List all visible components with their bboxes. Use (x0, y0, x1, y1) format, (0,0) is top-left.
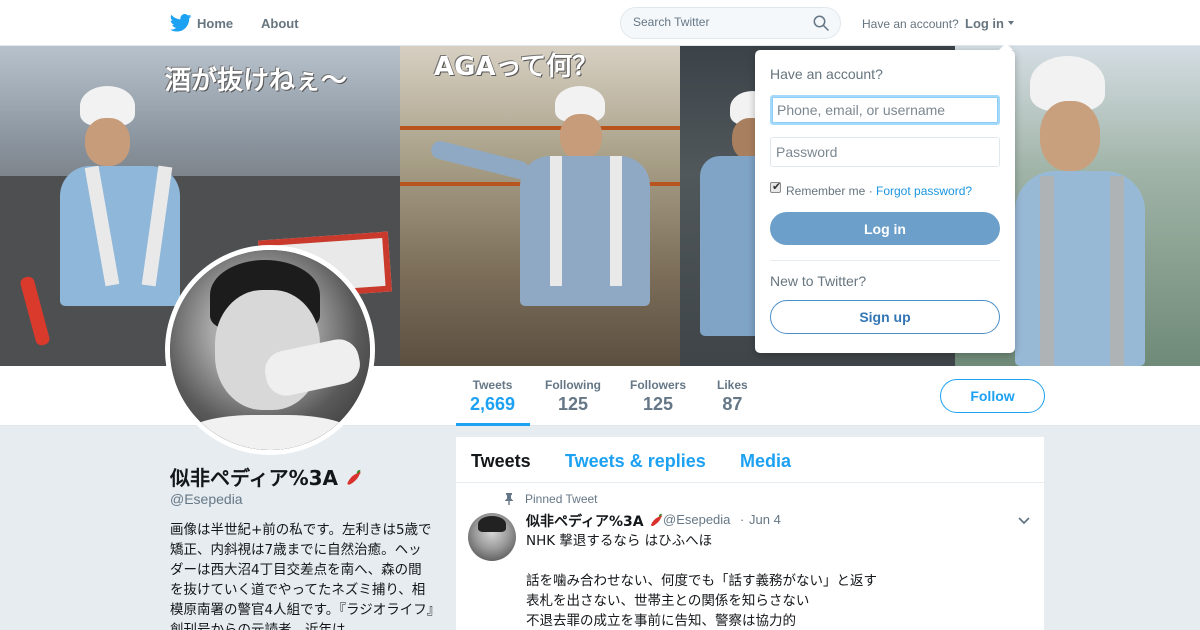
tweet-timestamp[interactable]: Jun 4 (749, 512, 781, 527)
profile-avatar[interactable] (165, 245, 375, 455)
stat-value: 87 (722, 394, 743, 414)
stat-tweets[interactable]: Tweets 2,669 (470, 378, 515, 415)
stat-following[interactable]: Following 125 (545, 378, 601, 415)
stat-likes[interactable]: Likes 87 (717, 378, 748, 415)
timeline-tabs: Tweets Tweets & replies Media (456, 437, 1044, 483)
profile-name-text: 似非ペディア%3A (170, 466, 339, 490)
username-field[interactable] (770, 95, 1000, 125)
header-photo-panel: AGAって何？ (400, 46, 680, 366)
caret-down-icon[interactable] (1008, 21, 1014, 25)
stat-label: Followers (630, 378, 687, 392)
tab-tweets[interactable]: Tweets (471, 451, 531, 472)
have-account-text: Have an account? (862, 17, 959, 31)
stat-label: Following (545, 378, 601, 392)
tweet-text: NHK 撃退するなら はひふへほ 話を噛み合わせない、何度でも「話す義務がない」… (526, 533, 877, 629)
timeline: Tweets Tweets & replies Media Pinned Twe… (456, 437, 1044, 630)
password-field[interactable] (770, 137, 1000, 167)
twitter-bird-icon[interactable] (170, 14, 192, 32)
header-caption-2: AGAって何？ (434, 52, 599, 82)
login-dropdown-title: Have an account? (770, 66, 883, 82)
nav-home-link[interactable]: Home (197, 16, 233, 31)
active-stat-indicator (456, 423, 530, 426)
search-box[interactable] (620, 7, 841, 39)
tweet-author-screen-name[interactable]: @Esepedia (663, 512, 730, 527)
stat-value: 125 (557, 394, 589, 414)
separator-dot: · (868, 184, 873, 198)
remember-me-label[interactable]: Remember me · (786, 184, 873, 198)
tweet-separator: · (740, 512, 745, 527)
top-navigation: Home About Have an account? Log in (0, 0, 1200, 46)
profile-name[interactable]: 似非ペディア%3A (170, 462, 363, 491)
chili-pepper-icon (650, 513, 662, 527)
chili-pepper-icon (347, 469, 361, 485)
new-to-twitter-text: New to Twitter? (770, 273, 867, 289)
tweet-author-avatar[interactable] (468, 513, 516, 561)
profile-screen-name[interactable]: @Esepedia (170, 491, 243, 507)
signup-button[interactable]: Sign up (770, 300, 1000, 334)
chevron-down-icon[interactable] (1018, 517, 1030, 525)
checkmark-icon: ✔ (772, 181, 782, 193)
tweet-author-name-text: 似非ペディア%3A (526, 514, 644, 530)
profile-bio: 画像は半世紀+前の私です。左利きは5歳で矯正、内斜視は7歳までに自然治癒。ヘッダ… (170, 522, 434, 630)
remember-me-text: Remember me (786, 184, 866, 198)
tab-tweets-and-replies[interactable]: Tweets & replies (565, 451, 706, 472)
tweet-author-name[interactable]: 似非ペディア%3A (526, 511, 664, 531)
dropdown-divider (770, 260, 1000, 261)
stat-value: 2,669 (470, 394, 516, 414)
nav-about-link[interactable]: About (261, 16, 299, 31)
login-dropdown: Have an account? ✔ Remember me · Forgot … (755, 43, 1015, 353)
stat-label: Tweets (472, 378, 513, 392)
forgot-password-link[interactable]: Forgot password? (876, 184, 972, 198)
stat-label: Likes (717, 378, 748, 392)
login-button[interactable]: Log in (770, 212, 1000, 245)
pin-icon (505, 493, 513, 505)
follow-button[interactable]: Follow (940, 379, 1045, 413)
login-dropdown-toggle[interactable]: Log in (965, 16, 1004, 31)
stat-followers[interactable]: Followers 125 (630, 378, 686, 415)
search-icon[interactable] (813, 15, 829, 31)
pinned-tweet-label: Pinned Tweet (525, 492, 598, 506)
remember-me-checkbox[interactable]: ✔ (770, 181, 782, 193)
search-input[interactable] (633, 15, 803, 29)
stat-value: 125 (642, 394, 674, 414)
tab-media[interactable]: Media (740, 451, 791, 472)
header-caption-1: 酒が抜けねぇ〜 (165, 66, 348, 96)
dropdown-arrow (999, 43, 1013, 50)
